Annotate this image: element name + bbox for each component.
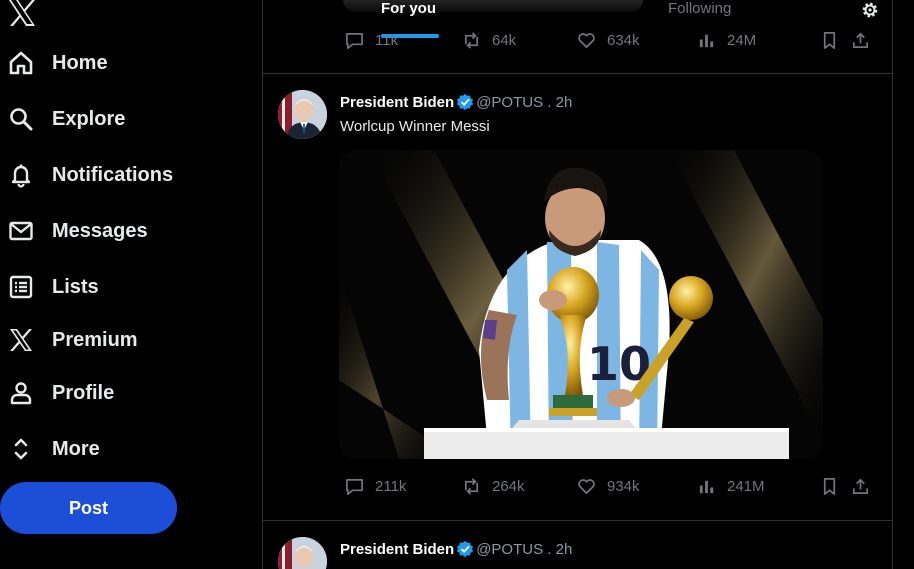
reply-icon — [346, 32, 363, 49]
share-button[interactable] — [851, 477, 881, 496]
tweet-actions: 211k 264k 934k 241M — [345, 477, 875, 501]
x-logo-icon — [6, 325, 36, 355]
nav-lists-label: Lists — [52, 275, 99, 298]
views-button[interactable]: 241M — [697, 477, 765, 496]
nav-more[interactable]: More — [6, 429, 100, 469]
bookmark-button[interactable] — [820, 31, 850, 50]
bookmark-icon — [823, 32, 836, 49]
repost-icon — [464, 32, 479, 49]
tweet-media-image[interactable]: 10 — [339, 150, 823, 459]
tweet-header: President Biden @POTUS . 2h — [340, 540, 572, 558]
handle-and-time[interactable]: @POTUS . 2h — [476, 541, 572, 558]
nav-messages-label: Messages — [52, 219, 148, 242]
handle-and-time[interactable]: @POTUS . 2h — [476, 94, 572, 111]
top-tweet-actions: 11k 64k 634k 24M — [345, 31, 875, 55]
nav-messages[interactable]: Messages — [6, 211, 148, 251]
reply-button[interactable]: 211k — [345, 477, 406, 496]
reply-icon — [346, 478, 363, 495]
tweet-text: Worlcup Winner Messi — [340, 118, 490, 135]
nav-more-label: More — [52, 437, 100, 460]
feed: For you Following 11k 64k 634k 24M Presi… — [262, 0, 893, 569]
nav-explore[interactable]: Explore — [6, 99, 125, 139]
share-icon — [852, 478, 869, 495]
avatar[interactable] — [278, 90, 327, 139]
nav-lists[interactable]: Lists — [6, 267, 99, 307]
avatar[interactable] — [278, 537, 327, 569]
sidebar: Home Explore Notifications Messages List… — [0, 0, 262, 569]
search-icon — [6, 104, 36, 134]
nav-home-label: Home — [52, 51, 108, 74]
reply-count: 11k — [375, 32, 399, 49]
tab-for-you[interactable]: For you — [381, 0, 436, 17]
post-button[interactable]: Post — [0, 482, 177, 534]
views-chart-icon — [699, 480, 714, 494]
like-count: 634k — [607, 32, 640, 49]
verified-badge-icon — [457, 540, 474, 558]
nav-explore-label: Explore — [52, 107, 126, 130]
person-icon — [6, 378, 36, 408]
reply-count: 211k — [375, 478, 407, 495]
like-button[interactable]: 634k — [577, 31, 640, 50]
repost-count: 64k — [492, 32, 517, 49]
tab-following[interactable]: Following — [668, 0, 731, 17]
repost-button[interactable]: 264k — [462, 477, 525, 496]
bookmark-button[interactable] — [820, 477, 850, 496]
views-count: 241M — [727, 478, 765, 495]
nav-home[interactable]: Home — [6, 43, 108, 83]
display-name[interactable]: President Biden — [340, 94, 454, 111]
tweet[interactable]: President Biden @POTUS . 2h — [263, 521, 892, 569]
views-chart-icon — [699, 34, 714, 48]
home-icon — [6, 48, 36, 78]
gear-icon[interactable] — [860, 0, 880, 20]
views-count: 24M — [727, 32, 757, 49]
share-button[interactable] — [851, 31, 881, 50]
views-button[interactable]: 24M — [697, 31, 756, 50]
envelope-icon — [6, 216, 36, 246]
heart-icon — [578, 33, 595, 49]
repost-icon — [464, 478, 479, 495]
tweet-header: President Biden @POTUS . 2h — [340, 93, 572, 111]
verified-badge-icon — [457, 93, 474, 111]
nav-profile-label: Profile — [52, 381, 115, 404]
nav-premium-label: Premium — [52, 328, 138, 351]
nav-profile[interactable]: Profile — [6, 373, 114, 413]
more-chevrons-icon — [6, 434, 36, 464]
tweet[interactable]: President Biden @POTUS . 2h Worlcup Winn… — [263, 74, 892, 520]
nav-notifications-label: Notifications — [52, 163, 174, 186]
bell-icon — [6, 160, 36, 190]
nav-premium[interactable]: Premium — [6, 320, 138, 360]
like-button[interactable]: 934k — [577, 477, 640, 496]
display-name[interactable]: President Biden — [340, 541, 454, 558]
x-logo-icon[interactable] — [6, 0, 38, 26]
repost-count: 264k — [492, 478, 525, 495]
bookmark-icon — [823, 478, 836, 495]
heart-icon — [578, 479, 595, 495]
nav-notifications[interactable]: Notifications — [6, 155, 173, 195]
share-icon — [852, 32, 869, 49]
repost-button[interactable]: 64k — [462, 31, 516, 50]
reply-button[interactable]: 11k — [345, 31, 398, 50]
list-icon — [6, 272, 36, 302]
like-count: 934k — [607, 478, 640, 495]
